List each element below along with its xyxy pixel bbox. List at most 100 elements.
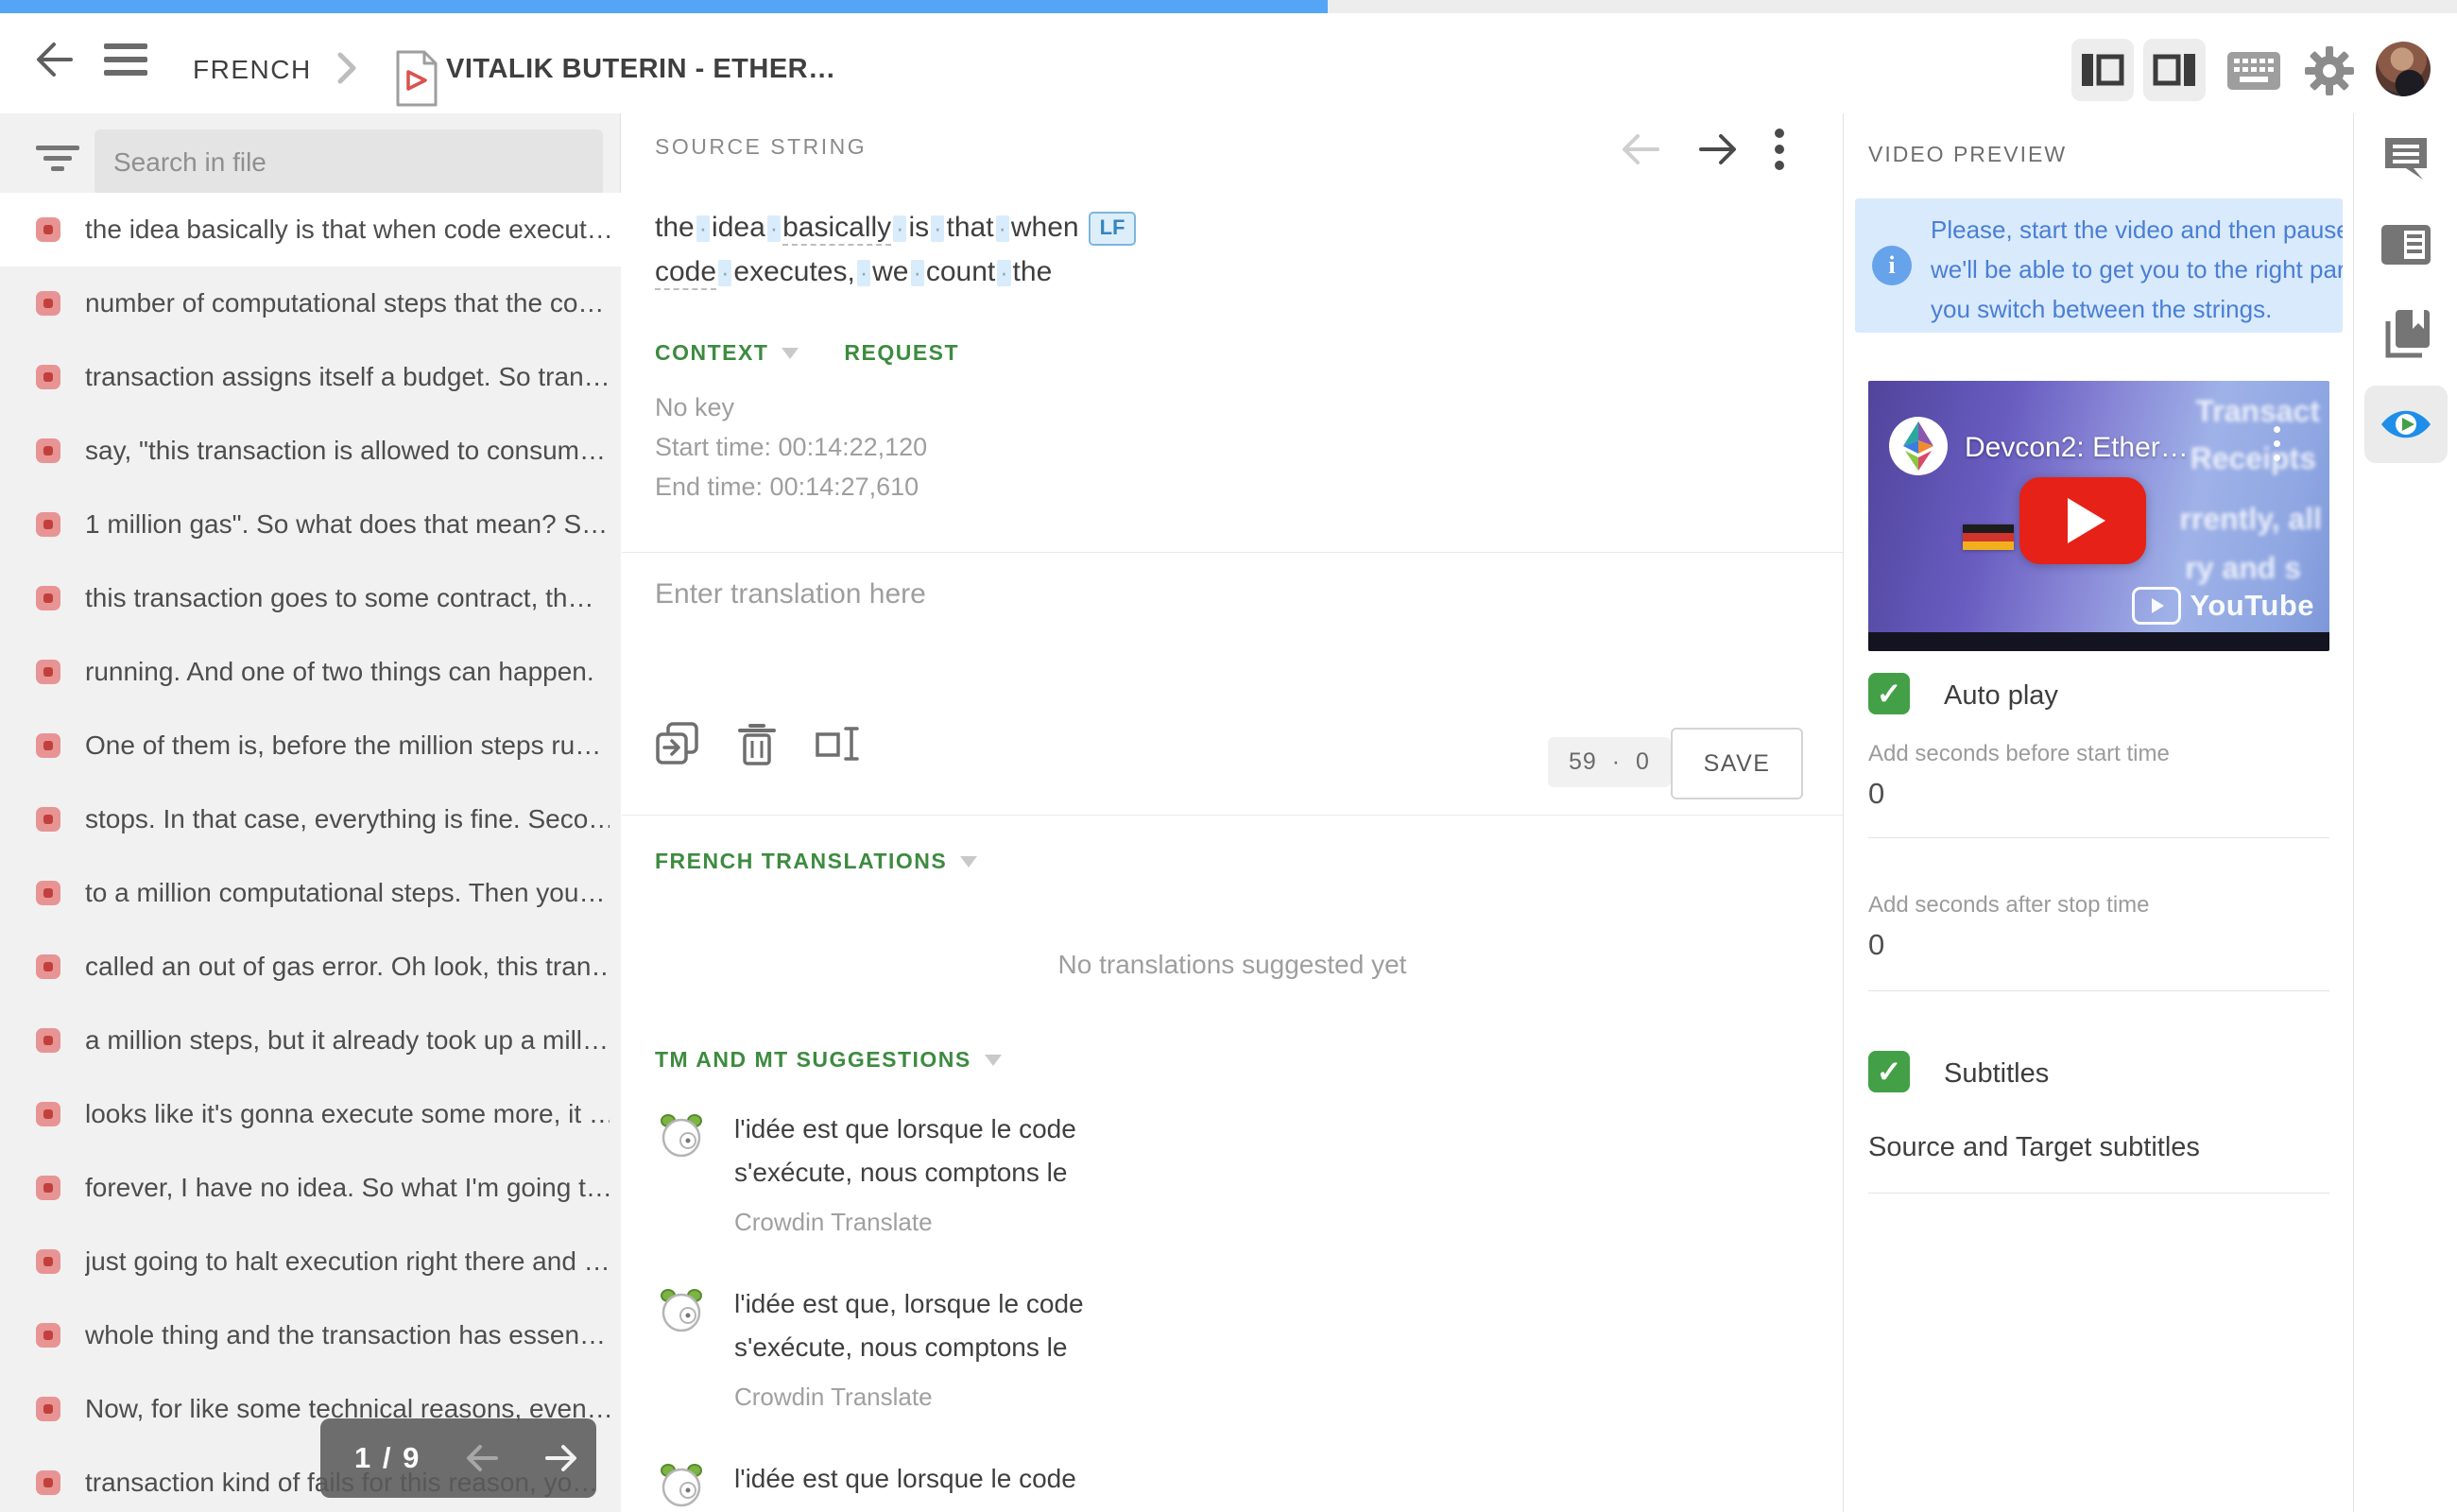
- breadcrumb-file-title[interactable]: VITALIK BUTERIN - ETHER…: [446, 54, 836, 85]
- back-arrow-icon[interactable]: [33, 38, 77, 81]
- string-list-item[interactable]: the idea basically is that when code exe…: [0, 193, 621, 266]
- context-caret-icon: [782, 347, 799, 359]
- suggestion-text-line: s'exécute, nous comptons le: [734, 1158, 1068, 1187]
- slide-text: Receipts: [2190, 441, 2316, 475]
- slide-text: rrently, all: [2179, 502, 2322, 536]
- youtube-logo[interactable]: YouTube: [2131, 587, 2315, 625]
- section-caret-icon: [984, 1054, 1002, 1066]
- string-list-item[interactable]: say, "this transaction is allowed to con…: [0, 414, 621, 488]
- tm-suggestion-item[interactable]: l'idée est que lorsque le code: [655, 1457, 1505, 1512]
- string-list-item[interactable]: this transaction goes to some contract, …: [0, 561, 621, 635]
- subtitles-checkbox[interactable]: ✓: [1868, 1051, 1910, 1092]
- string-list-item[interactable]: One of them is, before the million steps…: [0, 709, 621, 782]
- clear-formatting-icon[interactable]: [814, 721, 861, 766]
- layout-left-panel-button[interactable]: [2071, 39, 2134, 101]
- user-avatar[interactable]: [2376, 42, 2431, 96]
- translation-input[interactable]: Enter translation here: [655, 578, 926, 610]
- crowdin-translate-icon: [659, 1463, 704, 1512]
- page-indicator: 1 / 9: [320, 1418, 596, 1498]
- string-status-icon: [36, 660, 60, 684]
- slide-text: ry and s: [2185, 551, 2301, 585]
- video-file-icon: [396, 50, 438, 107]
- string-list-item[interactable]: looks like it's gonna execute some more,…: [0, 1077, 621, 1151]
- string-menu-kebab-icon[interactable]: [1773, 127, 1786, 172]
- next-string-icon[interactable]: [1695, 129, 1741, 170]
- suggestion-provider: Crowdin Translate: [734, 1383, 933, 1411]
- crowdin-translate-icon: [659, 1288, 704, 1412]
- video-menu-kebab-icon[interactable]: [2274, 426, 2280, 461]
- string-list-item[interactable]: transaction assigns itself a budget. So …: [0, 340, 621, 414]
- glossary-books-icon[interactable]: [2380, 308, 2431, 361]
- string-status-icon: [36, 1102, 60, 1126]
- string-status-icon: [36, 438, 60, 463]
- string-list-item[interactable]: whole thing and the transaction has esse…: [0, 1298, 621, 1372]
- string-list-item[interactable]: 1 million gas". So what does that mean? …: [0, 488, 621, 561]
- prev-page-arrow-icon[interactable]: [464, 1442, 500, 1474]
- youtube-play-box-icon: [2131, 587, 2181, 625]
- string-status-icon: [36, 1176, 60, 1200]
- strings-sidebar: the idea basically is that when code exe…: [0, 113, 621, 1512]
- settings-gear-icon[interactable]: [2304, 45, 2355, 96]
- divider: [622, 815, 1843, 816]
- before-start-input[interactable]: 0: [1868, 777, 1884, 811]
- tm-suggestion-item[interactable]: l'idée est que lorsque le code s'exécute…: [655, 1108, 1505, 1237]
- string-list-item-label: running. And one of two things can happe…: [85, 657, 594, 686]
- tm-mt-suggestions-header[interactable]: TM AND MT SUGGESTIONS: [655, 1047, 1002, 1073]
- tm-suggestion-item[interactable]: l'idée est que, lorsque le code s'exécut…: [655, 1282, 1505, 1412]
- string-list-item[interactable]: running. And one of two things can happe…: [0, 635, 621, 709]
- save-button[interactable]: SAVE: [1671, 728, 1803, 799]
- suggestion-text-line: s'exécute, nous comptons le: [734, 1332, 1068, 1362]
- string-list-item-label: to a million computational steps. Then y…: [85, 878, 606, 907]
- string-status-icon: [36, 954, 60, 979]
- video-preview-panel: VIDEO PREVIEW i Please, start the video …: [1843, 113, 2353, 1512]
- after-stop-input[interactable]: 0: [1868, 928, 1884, 962]
- next-page-arrow-icon[interactable]: [543, 1442, 579, 1474]
- layout-right-panel-button[interactable]: [2143, 39, 2206, 101]
- layout-left-icon: [2082, 54, 2124, 86]
- string-list-item[interactable]: stops. In that case, everything is fine.…: [0, 782, 621, 856]
- youtube-play-button[interactable]: [2019, 477, 2146, 564]
- string-list-item[interactable]: called an out of gas error. Oh look, thi…: [0, 930, 621, 1004]
- subtitles-label: Subtitles: [1944, 1058, 2050, 1089]
- string-status-icon: [36, 1470, 60, 1495]
- after-stop-label: Add seconds after stop time: [1868, 892, 2150, 918]
- search-input[interactable]: [94, 129, 603, 196]
- video-preview-toggle-button[interactable]: [2363, 386, 2448, 463]
- filter-icon[interactable]: [34, 138, 81, 180]
- french-translations-header[interactable]: FRENCH TRANSLATIONS: [655, 849, 978, 874]
- video-info-box: i Please, start the video and then pause…: [1855, 198, 2343, 333]
- slide-text: Transact: [2195, 394, 2320, 428]
- request-context-button[interactable]: REQUEST: [844, 340, 959, 366]
- previous-string-icon[interactable]: [1618, 129, 1663, 170]
- keyboard-shortcuts-icon[interactable]: [2226, 49, 2281, 93]
- string-list-item-label: One of them is, before the million steps…: [85, 730, 602, 760]
- context-toggle[interactable]: CONTEXT: [655, 340, 799, 366]
- string-list-item-label: looks like it's gonna execute some more,…: [85, 1099, 610, 1128]
- delete-translation-icon[interactable]: [736, 720, 778, 767]
- right-icon-rail: [2353, 113, 2457, 1512]
- info-line: Please, start the video and then pause i…: [1931, 215, 2343, 244]
- string-list: the idea basically is that when code exe…: [0, 193, 621, 1512]
- string-list-item[interactable]: to a million computational steps. Then y…: [0, 856, 621, 930]
- copy-source-icon[interactable]: [655, 721, 700, 766]
- context-article-icon[interactable]: [2380, 223, 2432, 266]
- string-status-icon: [36, 807, 60, 832]
- breadcrumb-language[interactable]: FRENCH: [193, 55, 312, 85]
- crowdin-editor: FRENCH VITALIK BUTERIN - ETHER… Search i…: [0, 0, 2457, 1512]
- string-status-icon: [36, 365, 60, 389]
- source-string-text: the · idea · basically · is · that · when LF code · e…: [655, 206, 1137, 295]
- string-list-item[interactable]: just going to halt execution right there…: [0, 1225, 621, 1298]
- layout-right-icon: [2153, 54, 2195, 86]
- video-title[interactable]: Devcon2: Ether…: [1965, 432, 2189, 464]
- comments-icon[interactable]: [2381, 134, 2431, 181]
- youtube-video-embed[interactable]: Transact Receipts rrently, all ry and s …: [1868, 381, 2329, 651]
- string-list-item-label: say, "this transaction is allowed to con…: [85, 436, 606, 465]
- string-list-item[interactable]: a million steps, but it already took up …: [0, 1004, 621, 1077]
- string-list-item[interactable]: number of computational steps that the c…: [0, 266, 621, 340]
- string-list-item[interactable]: forever, I have no idea. So what I'm goi…: [0, 1151, 621, 1225]
- menu-hamburger-icon[interactable]: [102, 42, 149, 79]
- string-list-item-label: the idea basically is that when code exe…: [85, 215, 610, 244]
- subtitles-mode-select[interactable]: Source and Target subtitles: [1868, 1132, 2200, 1163]
- autoplay-checkbox[interactable]: ✓: [1868, 673, 1910, 714]
- divider: [1868, 1193, 2329, 1194]
